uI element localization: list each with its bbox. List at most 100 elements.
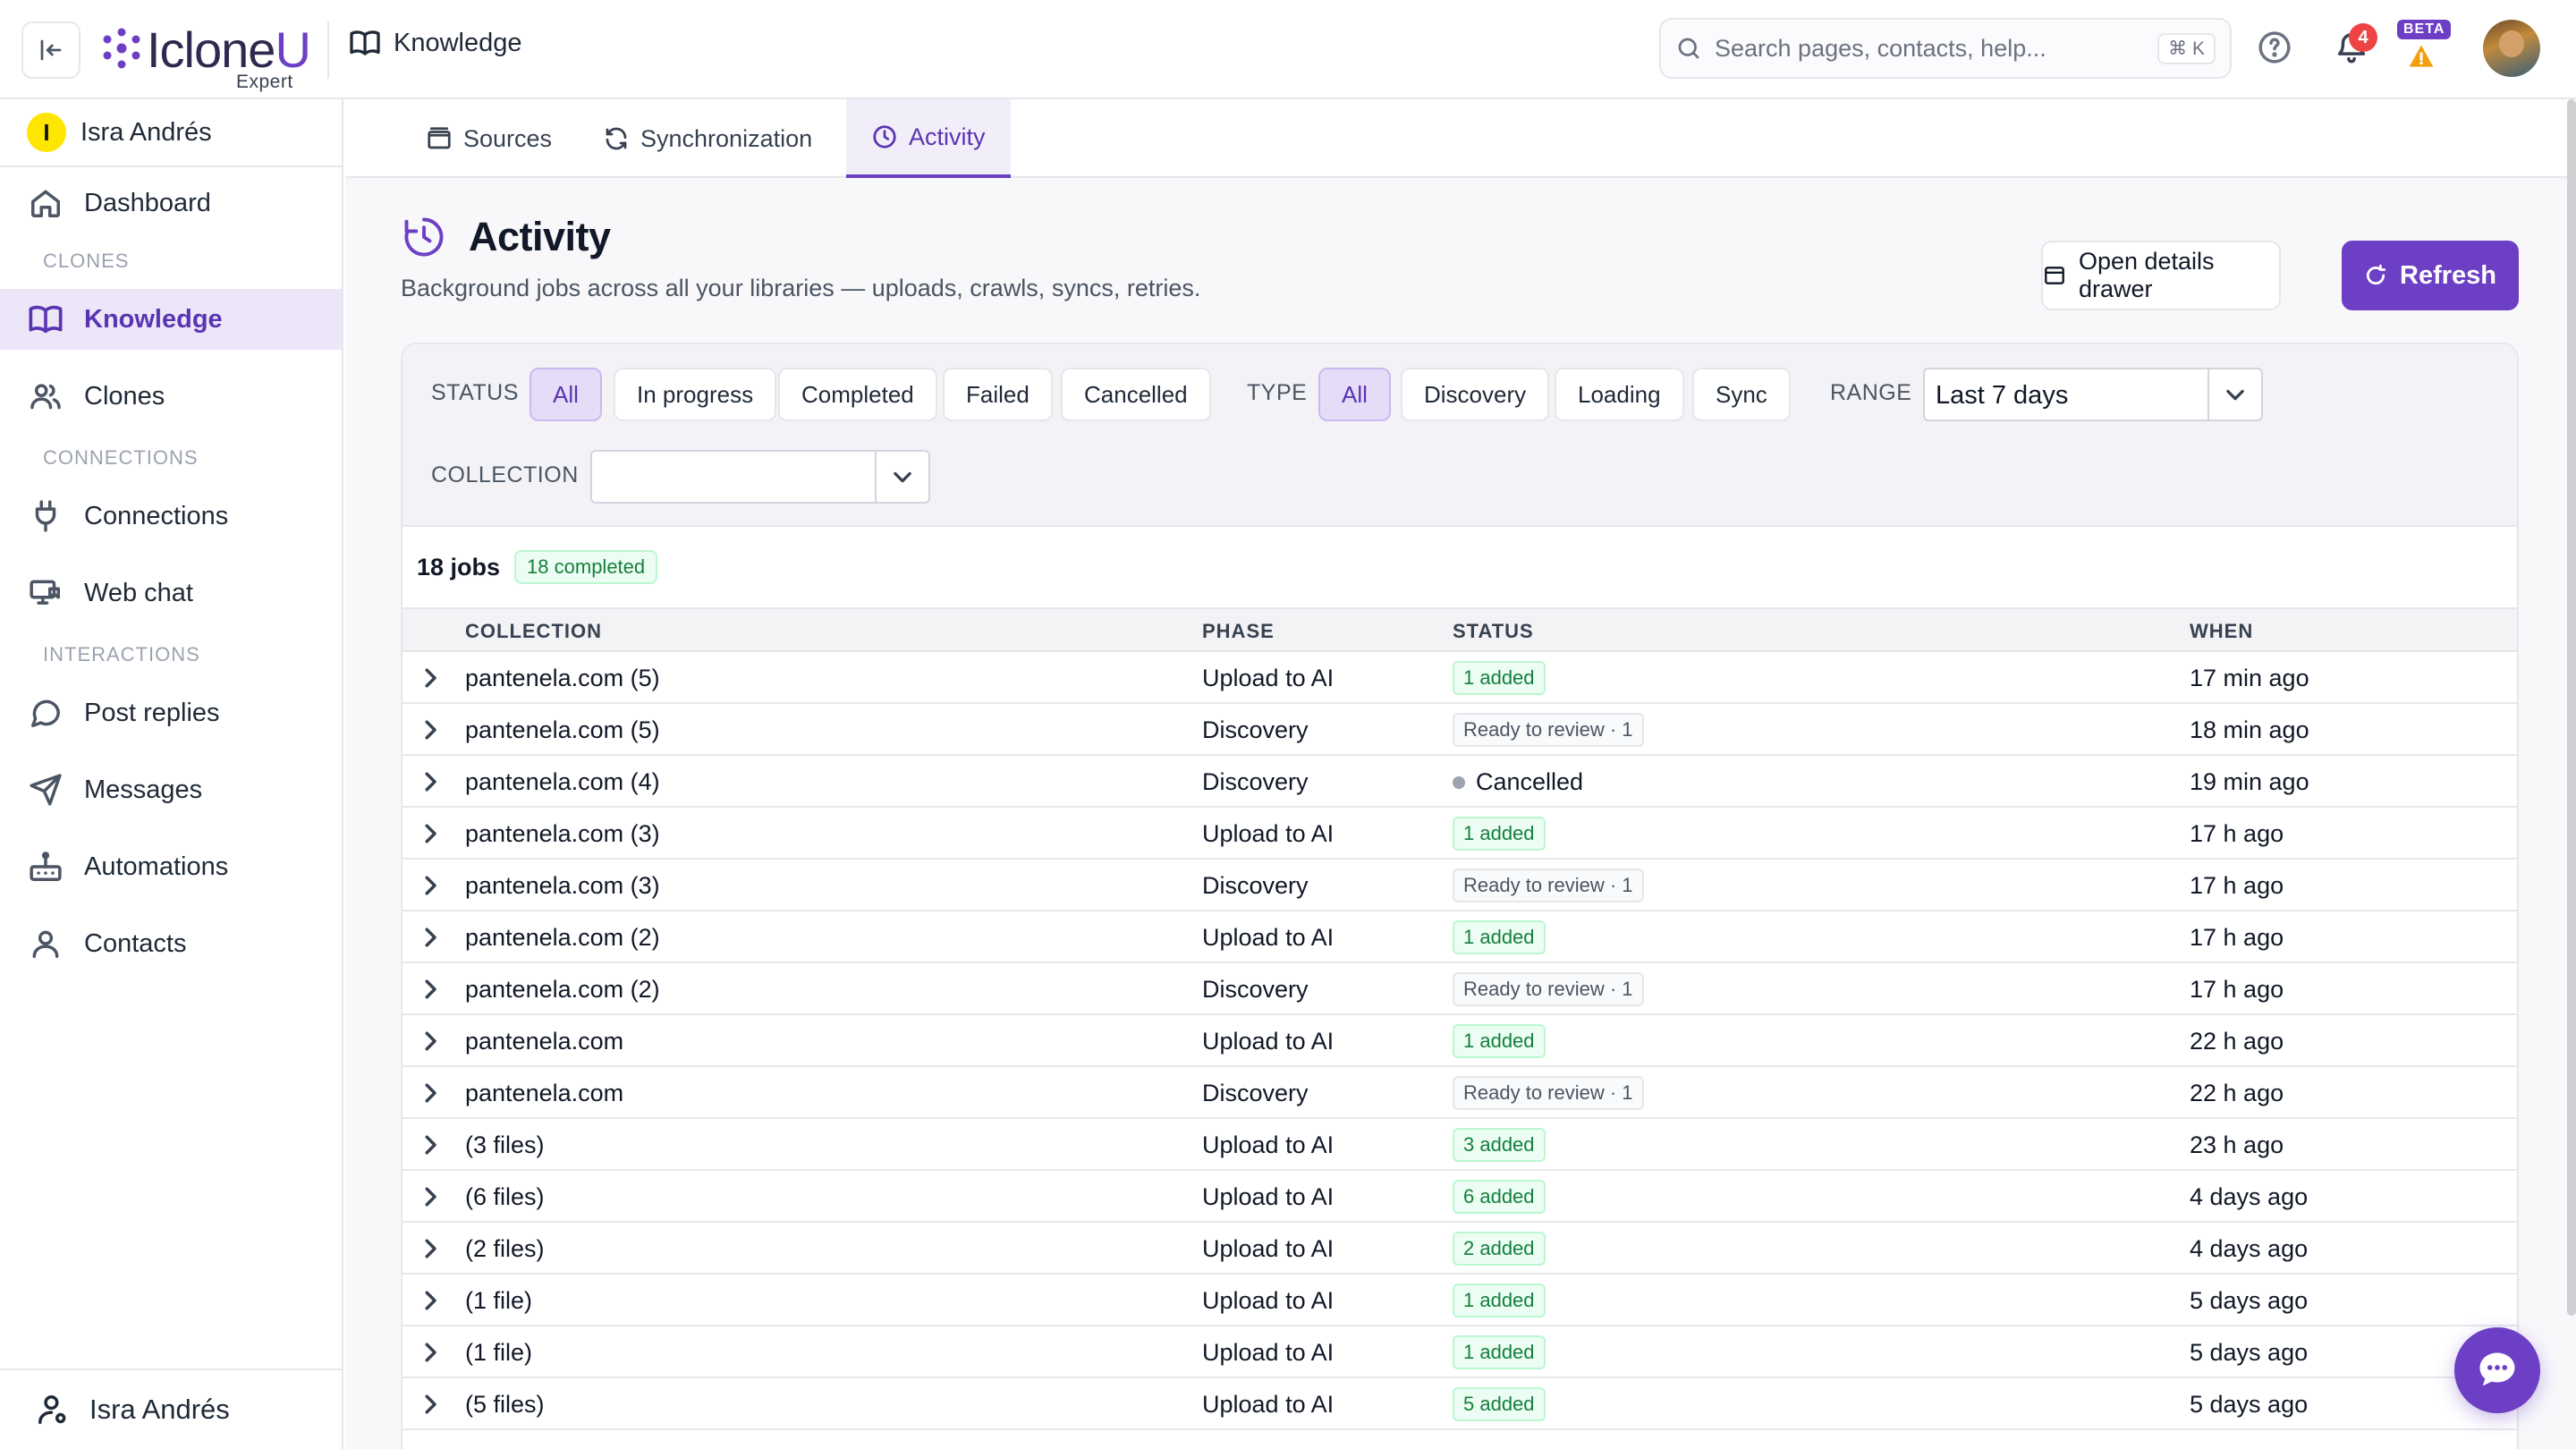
status-filter-cancelled[interactable]: Cancelled [1061, 368, 1211, 421]
status-filter-in-progress[interactable]: In progress [614, 368, 777, 421]
job-status: 1 added [1453, 661, 1546, 695]
table-row[interactable]: pantenela.com (5) Upload to AI 1 added 17 m… [402, 652, 2517, 704]
job-when: 17 h ago [2190, 872, 2284, 899]
status-badge: Ready to review · 1 [1453, 1076, 1644, 1110]
job-status: 2 added [1453, 1232, 1546, 1266]
job-collection: (5 files) [465, 1391, 545, 1418]
type-filter-label: TYPE [1247, 380, 1308, 405]
table-row[interactable]: pantenela.com (4) Discovery Cancelled 19 mi… [402, 756, 2517, 808]
sidebar-item-connections[interactable]: Connections [0, 486, 342, 547]
tab-activity[interactable]: Activity [846, 99, 1011, 178]
job-when: 4 days ago [2190, 1183, 2309, 1210]
job-status: 1 added [1453, 1335, 1546, 1369]
table-row[interactable]: (1 file) Upload to AI 1 added 5 days ago [402, 1326, 2517, 1378]
collection-select[interactable] [590, 450, 930, 504]
status-filter-label: STATUS [431, 380, 519, 405]
job-collection: (3 files) [465, 1131, 545, 1158]
refresh-button[interactable]: Refresh [2342, 241, 2519, 310]
job-status: 1 added [1453, 920, 1546, 954]
knowledge-tabs: Sources Synchronization Activity [345, 99, 2576, 178]
job-status: 1 added [1453, 1024, 1546, 1058]
tab-label: Synchronization [640, 124, 813, 152]
expand-chevron-icon[interactable] [417, 976, 444, 1003]
job-when: 5 days ago [2190, 1339, 2309, 1366]
status-filter-all[interactable]: All [530, 368, 602, 421]
status-filter-completed[interactable]: Completed [778, 368, 937, 421]
table-row[interactable]: pantenela.com (3) Upload to AI 1 added 17 h… [402, 808, 2517, 860]
status-filter-failed[interactable]: Failed [943, 368, 1053, 421]
table-row[interactable]: (3 files) Upload to AI 3 added 23 h ago [402, 1119, 2517, 1171]
table-row[interactable]: pantenela.com (2) Discovery Ready to revie… [402, 963, 2517, 1015]
table-row[interactable]: (1 file) Upload to AI 1 added 5 days ago [402, 1275, 2517, 1326]
sidebar-item-contacts[interactable]: Contacts [0, 913, 342, 974]
expand-chevron-icon[interactable] [417, 924, 444, 951]
table-row[interactable]: (6 files) Upload to AI 6 added 4 days ago [402, 1171, 2517, 1223]
refresh-button-label: Refresh [2400, 260, 2496, 290]
expand-chevron-icon[interactable] [417, 820, 444, 847]
column-header-phase[interactable]: PHASE [1202, 620, 1275, 643]
job-status: Ready to review · 1 [1453, 1076, 1644, 1110]
table-row[interactable]: pantenela.com Discovery Ready to review · … [402, 1067, 2517, 1119]
tab-sources[interactable]: Sources [401, 99, 577, 178]
type-filter-sync[interactable]: Sync [1692, 368, 1791, 421]
expand-chevron-icon[interactable] [417, 1183, 444, 1210]
sidebar-item-clones[interactable]: Clones [0, 366, 342, 427]
chevron-down-icon [894, 471, 911, 483]
job-collection: (2 files) [465, 1235, 545, 1262]
table-row[interactable]: pantenela.com (2) Upload to AI 1 added 17 h… [402, 911, 2517, 963]
status-badge: 1 added [1453, 920, 1546, 954]
sidebar-user-menu[interactable]: Isra Andrés [0, 1368, 342, 1449]
column-header-status[interactable]: STATUS [1453, 620, 1534, 643]
tab-synchronization[interactable]: Synchronization [578, 99, 837, 178]
range-select[interactable]: Last 7 days [1923, 368, 2263, 421]
user-avatar[interactable] [2483, 20, 2540, 77]
warning-icon [2409, 45, 2434, 67]
table-row[interactable]: pantenela.com Upload to AI 1 added 22 h ago [402, 1015, 2517, 1067]
beta-indicator[interactable]: BETA [2397, 20, 2452, 73]
sidebar-item-dashboard[interactable]: Dashboard [0, 173, 342, 233]
sidebar-item-knowledge[interactable]: Knowledge [0, 289, 342, 350]
sidebar-item-label: Web chat [84, 578, 193, 607]
expand-chevron-icon[interactable] [417, 768, 444, 795]
table-row[interactable]: pantenela.com (3) Discovery Ready to revie… [402, 860, 2517, 911]
job-phase: Discovery [1202, 1080, 1309, 1106]
open-details-drawer-button[interactable]: Open details drawer [2041, 241, 2281, 310]
users-icon [30, 384, 61, 410]
workspace-switcher[interactable]: I Isra Andrés [0, 99, 342, 167]
sidebar-item-messages[interactable]: Messages [0, 759, 342, 820]
expand-chevron-icon[interactable] [417, 1391, 444, 1418]
expand-chevron-icon[interactable] [417, 872, 444, 899]
type-filter-discovery[interactable]: Discovery [1401, 368, 1550, 421]
table-row[interactable]: (5 files) Upload to AI 5 added 5 days ago [402, 1378, 2517, 1430]
status-badge: 1 added [1453, 1335, 1546, 1369]
help-button[interactable] [2258, 30, 2292, 64]
expand-chevron-icon[interactable] [417, 1287, 444, 1314]
page-scrollbar[interactable] [2567, 99, 2576, 1316]
table-row[interactable]: (2 files) Upload to AI 2 added 4 days ago [402, 1223, 2517, 1275]
expand-chevron-icon[interactable] [417, 1235, 444, 1262]
table-row[interactable]: pantenela.com (5) Discovery Ready to revie… [402, 704, 2517, 756]
job-when: 5 days ago [2190, 1287, 2309, 1314]
sidebar-item-web-chat[interactable]: Web chat [0, 563, 342, 623]
expand-chevron-icon[interactable] [417, 1339, 444, 1366]
status-badge: 1 added [1453, 1284, 1546, 1318]
column-header-collection[interactable]: COLLECTION [465, 620, 602, 643]
expand-chevron-icon[interactable] [417, 716, 444, 743]
expand-chevron-icon[interactable] [417, 665, 444, 691]
breadcrumb-current: Knowledge [394, 28, 522, 57]
sidebar-item-post-replies[interactable]: Post replies [0, 682, 342, 743]
chat-widget-button[interactable] [2454, 1327, 2540, 1413]
collapse-sidebar-button[interactable] [21, 21, 80, 79]
sidebar-item-automations[interactable]: Automations [0, 836, 342, 897]
expand-chevron-icon[interactable] [417, 1080, 444, 1106]
type-filter-all[interactable]: All [1318, 368, 1391, 421]
global-search[interactable]: Search pages, contacts, help... ⌘ K [1659, 18, 2232, 79]
expand-chevron-icon[interactable] [417, 1028, 444, 1055]
beta-tag: BETA [2397, 20, 2452, 39]
type-filter-loading[interactable]: Loading [1555, 368, 1684, 421]
expand-chevron-icon[interactable] [417, 1131, 444, 1158]
job-collection: pantenela.com (2) [465, 976, 660, 1003]
job-status: Ready to review · 1 [1453, 713, 1644, 747]
column-header-when[interactable]: WHEN [2190, 620, 2253, 643]
status-badge: 5 added [1453, 1387, 1546, 1421]
